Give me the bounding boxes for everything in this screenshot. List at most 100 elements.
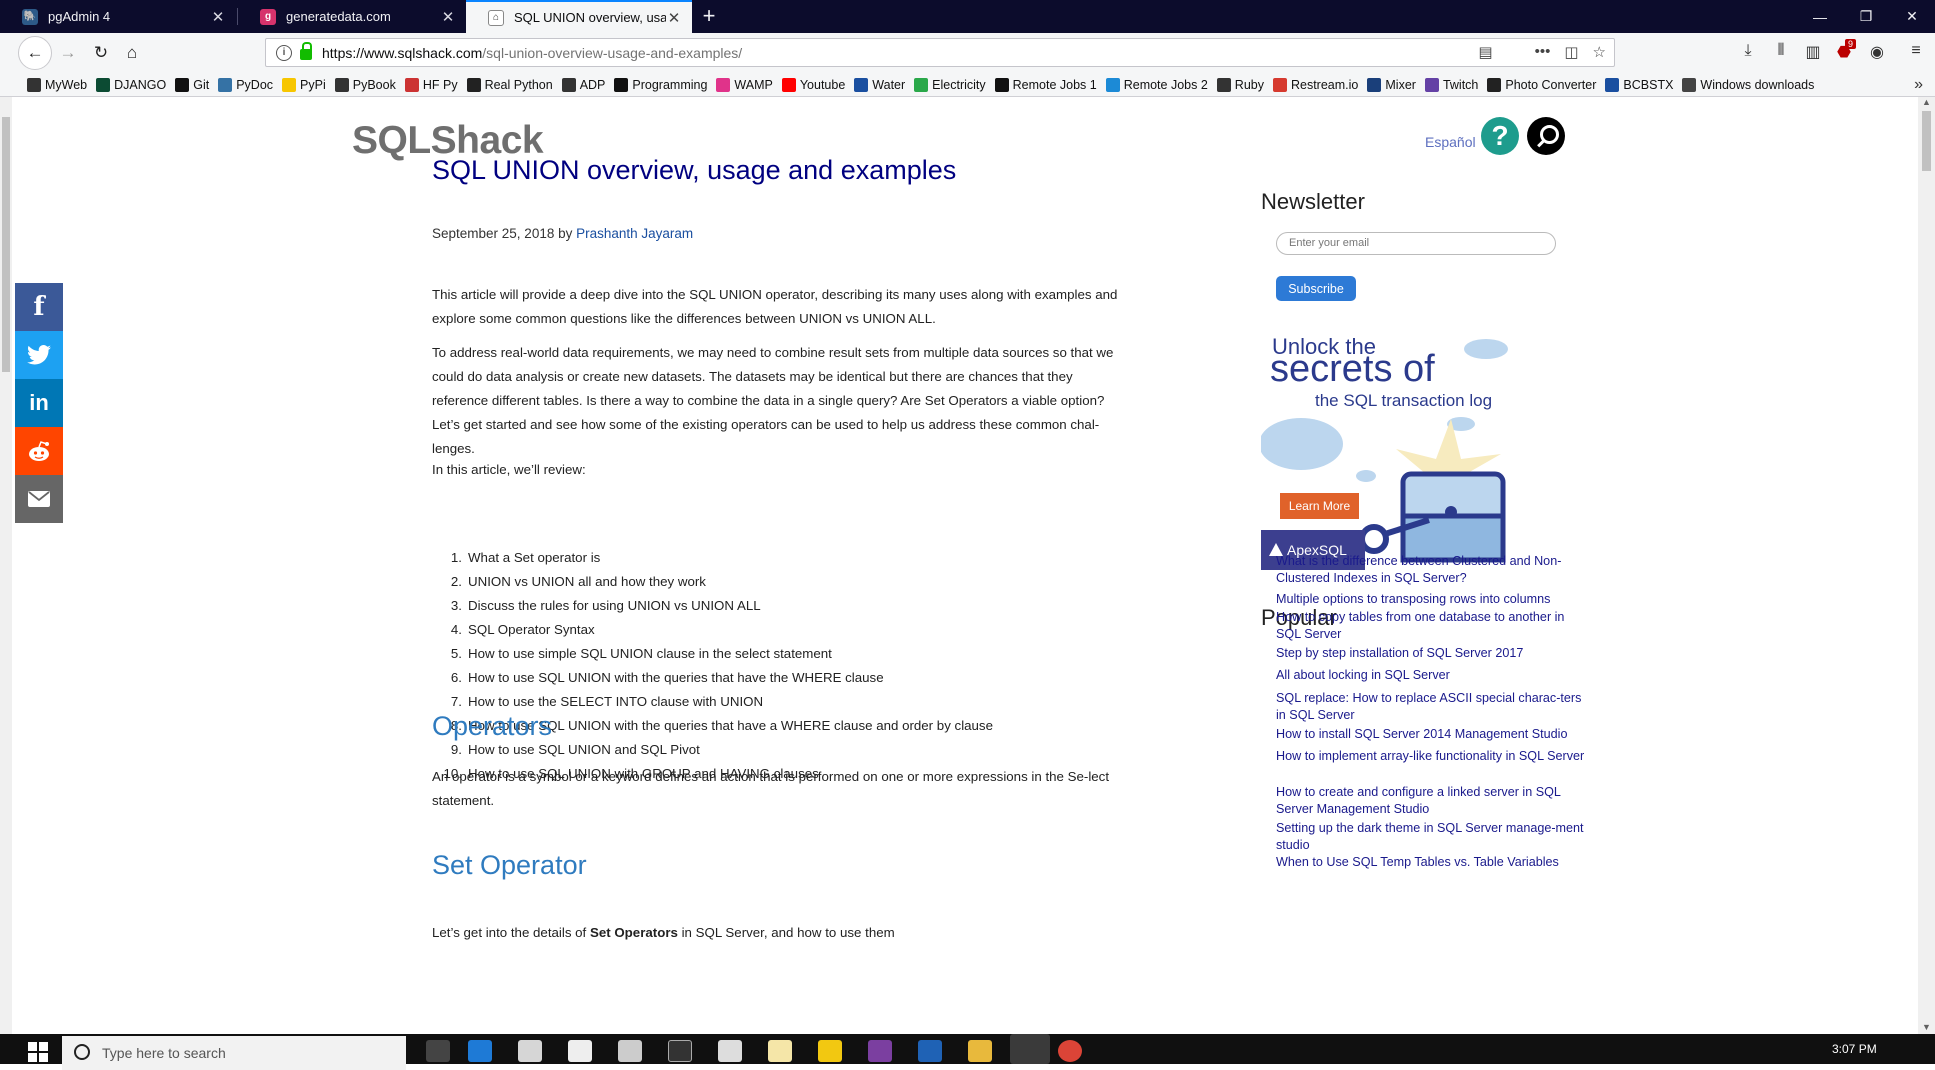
reload-button[interactable]: ↻ [86, 38, 116, 68]
popular-link[interactable]: All about locking in SQL Server [1276, 667, 1586, 684]
bookmark-item[interactable]: WAMP [716, 77, 773, 92]
bookmark-item[interactable]: Programming [614, 77, 707, 92]
menu-icon[interactable]: ≡ [1906, 42, 1926, 60]
edge-icon[interactable] [468, 1040, 492, 1062]
left-scrollbar[interactable] [0, 97, 12, 1034]
url-bar[interactable]: i https://www.sqlshack.com/sql-union-ove… [265, 38, 1615, 67]
popular-link[interactable]: Step by step installation of SQL Server … [1276, 645, 1586, 662]
bookmark-item[interactable]: MyWeb [27, 77, 87, 92]
operators-paragraph: An operator is a symbol or a keyword def… [432, 769, 1110, 808]
tab-pgadmin[interactable]: 🐘 pgAdmin 4 ✕ [0, 0, 236, 33]
taskbar-search-box[interactable]: Type here to search [62, 1036, 406, 1070]
bookmark-item[interactable]: ADP [561, 77, 605, 92]
bookmark-item[interactable]: PyBook [334, 77, 396, 92]
popular-link[interactable]: Setting up the dark theme in SQL Server … [1276, 820, 1586, 854]
terminal-icon[interactable] [668, 1040, 692, 1062]
github-desktop-icon[interactable] [868, 1040, 892, 1062]
bookmark-item[interactable]: Photo Converter [1487, 77, 1596, 92]
bookmark-item[interactable]: BCBSTX [1605, 77, 1673, 92]
popular-link[interactable]: How to create and configure a linked ser… [1276, 784, 1586, 818]
chrome-icon[interactable] [1058, 1040, 1082, 1062]
sidebar-icon[interactable]: ▥ [1803, 42, 1823, 62]
task-view-icon[interactable] [426, 1040, 450, 1062]
bookmark-item[interactable]: PyDoc [218, 77, 273, 92]
file-explorer-icon[interactable] [968, 1040, 992, 1062]
email-share-button[interactable] [15, 475, 63, 523]
bookmark-item[interactable]: Windows downloads [1682, 77, 1814, 92]
bookmark-item[interactable]: Restream.io [1272, 77, 1358, 92]
close-tab-icon[interactable]: ✕ [440, 8, 456, 26]
home-button[interactable]: ⌂ [117, 38, 147, 68]
facebook-share-button[interactable]: f [15, 283, 63, 331]
facebook-icon: f [33, 292, 45, 322]
info-icon[interactable]: i [276, 44, 292, 61]
author-link[interactable]: Prashanth Jayaram [576, 226, 693, 241]
tab-sql-union[interactable]: ⌂ SQL UNION overview, usage an ✕ [466, 0, 692, 33]
bookmark-item[interactable]: Git [175, 77, 209, 92]
minimize-button[interactable]: — [1797, 0, 1843, 33]
bookmark-item[interactable]: Remote Jobs 2 [1105, 77, 1208, 92]
popular-link[interactable]: SQL replace: How to replace ASCII specia… [1276, 690, 1586, 724]
language-link[interactable]: Español [1425, 134, 1476, 150]
restore-button[interactable]: ❐ [1843, 0, 1889, 33]
twitter-share-button[interactable] [15, 331, 63, 379]
search-icon[interactable] [1527, 117, 1565, 155]
bookmark-item[interactable]: Remote Jobs 1 [994, 77, 1097, 92]
mail-icon[interactable] [618, 1040, 642, 1062]
firefox-icon[interactable] [1010, 1034, 1050, 1064]
bookmark-item[interactable]: Electricity [914, 77, 986, 92]
chevron-right-icon[interactable]: » [1914, 76, 1923, 94]
close-tab-icon[interactable]: ✕ [210, 8, 226, 26]
bookmark-item[interactable]: HF Py [404, 77, 458, 92]
bookmark-star-icon[interactable]: ☆ [1593, 43, 1606, 61]
library-icon[interactable]: ⫴ [1771, 42, 1791, 60]
popular-link[interactable]: What is the difference between Clustered… [1276, 553, 1586, 587]
back-button[interactable]: ← [18, 36, 52, 70]
url-path: /sql-union-overview-usage-and-examples/ [482, 44, 743, 61]
powershell-icon[interactable] [918, 1040, 942, 1062]
bookmark-item[interactable]: Water [854, 77, 905, 92]
apexsql-ad-banner[interactable]: Unlock the secrets of the SQL transactio… [1261, 334, 1511, 574]
store-icon[interactable] [518, 1040, 542, 1062]
forward-button[interactable]: → [53, 38, 83, 68]
bookmark-item[interactable]: Ruby [1216, 77, 1264, 92]
downloads-icon[interactable]: ⤓ [1738, 42, 1758, 60]
account-icon[interactable]: ◉ [1867, 42, 1887, 62]
bookmark-item[interactable]: Real Python [466, 77, 553, 92]
bookmark-item[interactable]: Mixer [1367, 77, 1416, 92]
popular-link[interactable]: Multiple options to transposing rows int… [1276, 591, 1586, 608]
email-input[interactable]: Enter your email [1276, 232, 1556, 255]
right-scrollbar[interactable]: ▲ ▼ [1918, 97, 1935, 1034]
brightness-icon[interactable] [768, 1040, 792, 1062]
sticky-notes-icon[interactable] [818, 1040, 842, 1062]
notepad-icon[interactable] [568, 1040, 592, 1062]
toc-number: 5. [450, 646, 462, 661]
tab-generatedata[interactable]: g generatedata.com ✕ [238, 0, 466, 33]
calculator-icon[interactable] [718, 1040, 742, 1062]
popular-link[interactable]: How to install SQL Server 2014 Managemen… [1276, 726, 1586, 743]
bookmark-item[interactable]: PyPi [282, 77, 326, 92]
page-actions-icon[interactable]: ••• [1535, 43, 1551, 61]
scrollbar-thumb[interactable] [2, 117, 10, 372]
subscribe-button[interactable]: Subscribe [1276, 276, 1356, 301]
lock-icon[interactable] [300, 42, 312, 60]
new-tab-button[interactable]: + [695, 3, 723, 31]
bookmark-item[interactable]: Twitch [1424, 77, 1478, 92]
scroll-up-icon[interactable]: ▲ [1918, 97, 1935, 107]
close-tab-icon[interactable]: ✕ [666, 9, 682, 27]
bookmark-item[interactable]: DJANGO [96, 77, 166, 92]
popular-link[interactable]: When to Use SQL Temp Tables vs. Table Va… [1276, 854, 1586, 871]
reddit-share-button[interactable] [15, 427, 63, 475]
linkedin-share-button[interactable]: in [15, 379, 63, 427]
reader-view-icon[interactable]: ▤ [1478, 43, 1492, 61]
bookmark-item[interactable]: Youtube [781, 77, 845, 92]
popular-link[interactable]: How to copy tables from one database to … [1276, 609, 1586, 643]
scrollbar-thumb[interactable] [1922, 111, 1931, 171]
help-icon[interactable]: ? [1481, 117, 1519, 155]
pocket-icon[interactable]: ◫ [1564, 43, 1578, 61]
close-window-button[interactable]: ✕ [1889, 0, 1935, 33]
learn-more-button[interactable]: Learn More [1280, 493, 1359, 519]
popular-link[interactable]: How to implement array-like functionalit… [1276, 748, 1586, 765]
windows-start-button[interactable] [28, 1042, 48, 1062]
scroll-down-icon[interactable]: ▼ [1918, 1022, 1935, 1032]
